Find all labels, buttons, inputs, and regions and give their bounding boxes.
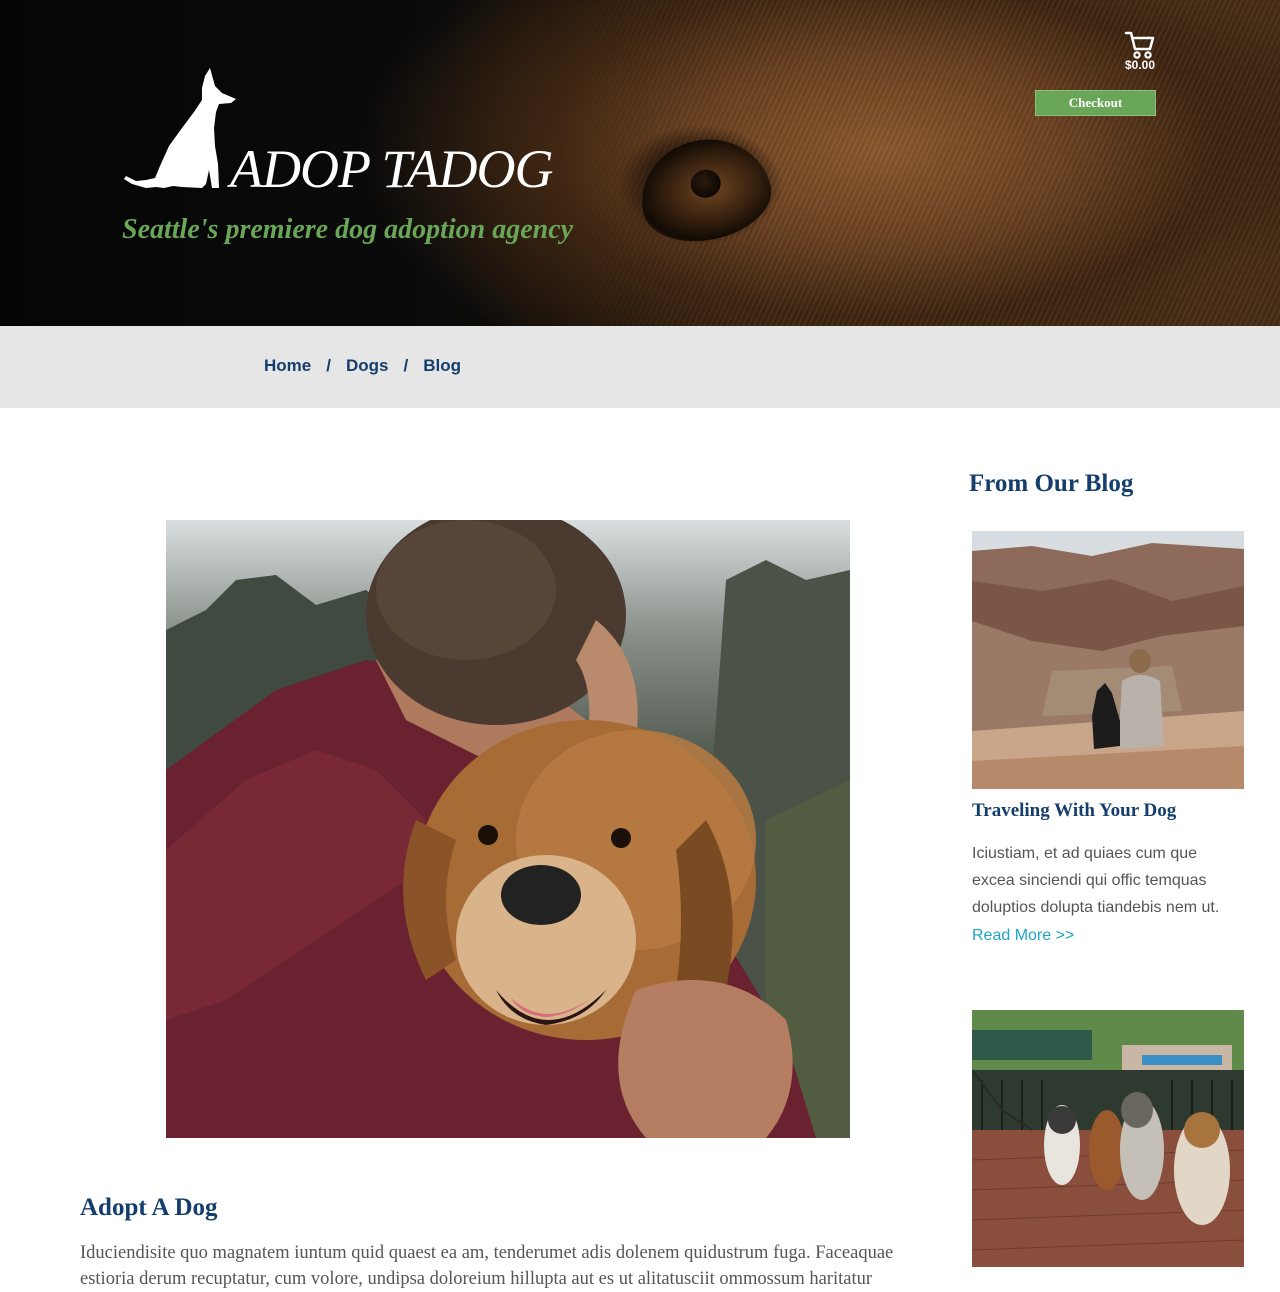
breadcrumb: Home / Dogs / Blog — [264, 356, 461, 376]
cart-widget[interactable]: $0.00 — [1120, 30, 1160, 76]
nav-link-home[interactable]: Home — [264, 356, 311, 376]
sidebar-title: From Our Blog — [969, 470, 1134, 497]
dog-silhouette-icon — [124, 68, 236, 188]
checkout-button[interactable]: Checkout — [1035, 90, 1156, 116]
blog-post-title[interactable]: Traveling With Your Dog — [972, 800, 1176, 822]
read-more-link[interactable]: Read More >> — [972, 927, 1074, 945]
article-body: Iduciendisite quo magnatem iuntum quid q… — [80, 1243, 894, 1289]
hero-banner: ADOP TADOG Seattle's premiere dog adopti… — [0, 0, 1280, 326]
blog-post-image-canyon[interactable] — [972, 531, 1244, 789]
tagline: Seattle's premiere dog adoption agency — [122, 214, 574, 245]
breadcrumb-separator: / — [403, 356, 409, 375]
logo-text: ADOP TADOG — [230, 139, 553, 199]
site-logo[interactable]: ADOP TADOG — [122, 66, 582, 199]
cart-icon — [1124, 31, 1155, 59]
blog-post-image-dogs-park[interactable] — [972, 1010, 1244, 1267]
nav-link-blog[interactable]: Blog — [423, 356, 461, 376]
article-title: Adopt A Dog — [80, 1194, 218, 1221]
blog-post-excerpt: Iciustiam, et ad quiaes cum que excea si… — [972, 845, 1220, 916]
nav-link-dogs[interactable]: Dogs — [346, 356, 389, 376]
article-hero-image — [166, 520, 850, 1138]
breadcrumb-separator: / — [326, 356, 331, 375]
cart-total: $0.00 — [1124, 58, 1156, 72]
breadcrumb-nav: Home / Dogs / Blog — [0, 326, 1280, 408]
